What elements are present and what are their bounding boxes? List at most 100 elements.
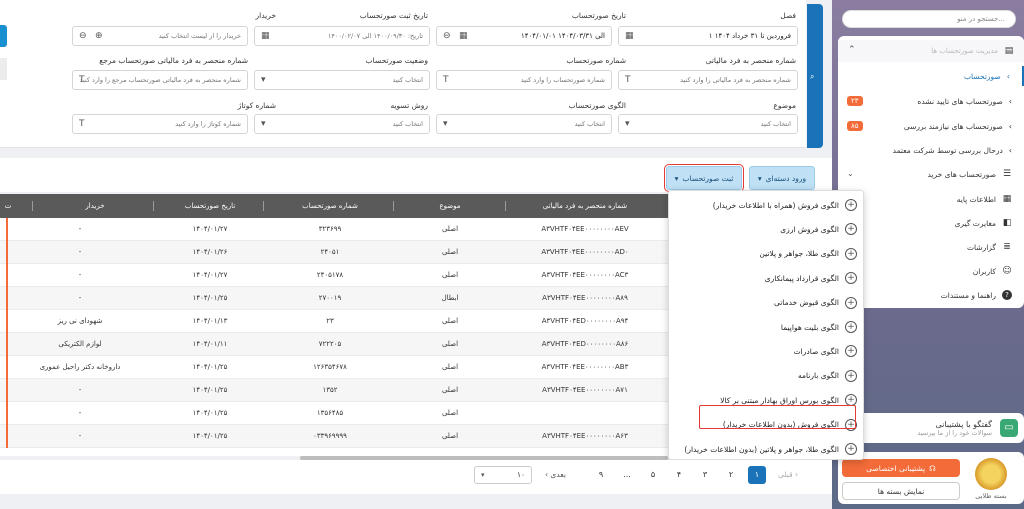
dropdown-item-pattern[interactable]: الگوی فروش ارزی + <box>669 217 865 241</box>
cell-subject: اصلی <box>441 386 459 394</box>
table-row[interactable]: A۳VHTF۰۴EE۰۰۰۰۰۰۰۰AD۰ اصلی ۲۴۰۵۱ ۱۴۰۴/۰۱/۲۶… <box>0 241 668 264</box>
page-9[interactable]: ۹ <box>592 466 610 484</box>
table-row[interactable]: A۳VHTF۰۴ED۰۰۰۰۰۰۰۰A۸۶ اصلی ۷۲۲۲۰۵ ۱۴۰۴/۰۱/۱… <box>0 333 668 356</box>
row-status-marker <box>6 402 8 425</box>
page-2[interactable]: ۲ <box>722 466 740 484</box>
remove-icon[interactable]: ⊖ <box>443 30 451 42</box>
invoice-date-value: ۱۴۰۴/۰۱/۰۱ الی ۱۴۰۴/۰۳/۳۱ <box>521 32 605 40</box>
page-5[interactable]: ۵ <box>644 466 662 484</box>
chevron-up-icon[interactable]: ⌃ <box>848 45 856 55</box>
sidebar-item-reconciliation[interactable]: مغایرت گیری ◧ <box>838 213 1024 233</box>
sidebar-item-label: صورتحساب <box>963 71 1001 81</box>
next-page-button[interactable]: ‹ بعدی <box>545 466 566 484</box>
buyer-select[interactable]: ⊖ ⊕ خریدار را از لیست انتخاب کنید <box>72 26 248 46</box>
table-row[interactable]: A۳VHTF۰۴EE۰۰۰۰۰۰۰۰AB۳ اصلی ۱۲۶۳۵۴۶۷۸ ۱۴۰۴/۰… <box>0 356 668 379</box>
page-1[interactable]: ۱ <box>748 466 766 484</box>
dropdown-item-pattern[interactable]: الگوی طلا، جواهر و پلاتین (بدون اطلاعات … <box>669 437 865 461</box>
dropdown-item-pattern[interactable]: الگوی طلا، جواهر و پلاتین + <box>669 242 865 266</box>
invoice-date-label: تاریخ صورتحساب <box>571 11 626 20</box>
sidebar-item-users[interactable]: کاربران ☺ <box>838 261 1024 281</box>
cell-date: ۱۴۰۴/۰۱/۲۵ <box>192 432 228 440</box>
sidebar-item-trusted-review[interactable]: درحال بررسی توسط شرکت معتمد ‹ <box>838 140 1024 160</box>
invoice-number-input[interactable]: T شماره صورتحساب را وارد کنید <box>436 70 612 90</box>
caret-down-icon: ▾ <box>674 173 679 183</box>
sidebar-group-invoices[interactable]: مدیریت صورتحساب ها ▤ <box>838 40 1024 62</box>
dropdown-item-label: الگوی قرارداد پیمانکاری <box>764 273 839 283</box>
header-tax-number[interactable]: شماره منحصر به فرد مالیاتی <box>510 194 660 218</box>
calendar-icon: ▦ <box>625 31 634 41</box>
table-row[interactable]: A۳VHTF۰۴EE۰۰۰۰۰۰۰۰A۶۳ اصلی ۰۳۳۹۶۹۹۹۹ ۱۴۰۴/۰… <box>0 425 668 448</box>
sidebar-item-help[interactable]: راهنما و مستندات ? <box>838 285 1024 305</box>
tax-number-input[interactable]: T شماره منحصر به فرد مالیاتی را وارد کنی… <box>618 70 798 90</box>
sidebar-item-purchase-invoices[interactable]: صورتحساب های خرید ☰ <box>838 164 1024 184</box>
row-status-marker <box>6 241 8 264</box>
season-select[interactable]: ▦ ۱ فروردین تا ۳۱ خرداد ۱۴۰۴ <box>618 26 798 46</box>
cell-invoice-number: ۷۲۲۲۰۵ <box>318 340 342 348</box>
header-date[interactable]: تاریخ صورتحساب <box>160 194 260 218</box>
sidebar-item-basic-info[interactable]: اطلاعات پایه ▦ <box>838 189 1024 209</box>
clear-button-edge[interactable] <box>0 58 7 80</box>
header-subject[interactable]: موضوع <box>400 194 500 218</box>
subject-select[interactable]: ▾ انتخاب کنید <box>618 114 798 134</box>
status-select[interactable]: ▾ انتخاب کنید <box>254 70 430 90</box>
cell-tax-number: A۳VHTF۰۴EE۰۰۰۰۰۰۰۰A۶۳ <box>542 432 628 440</box>
table-row[interactable]: اصلی ۱۳۵۶۴۸۵ ۱۴۰۴/۰۱/۲۵ - <box>0 402 668 425</box>
register-invoice-button[interactable]: ▾ ثبت صورتحساب <box>664 164 744 192</box>
menu-search-input[interactable]: جستجو در منو... <box>842 10 1016 28</box>
filter-search-icon: ⌕ <box>810 72 815 81</box>
sidebar-item-label: صورتحساب های تایید نشده <box>917 96 1003 106</box>
dropdown-item-pattern[interactable]: الگوی بارنامه + <box>669 364 865 388</box>
settlement-label: روش تسویه <box>390 101 428 110</box>
show-packages-button[interactable]: نمایش بسته ها <box>842 482 960 500</box>
cell-tax-number: A۳VHTF۰۴ED۰۰۰۰۰۰۰۰A۹۴ <box>541 317 629 325</box>
cell-subject: اصلی <box>441 248 459 256</box>
group-import-button[interactable]: ▾ ورود دسته‌ای <box>749 166 815 190</box>
buyer-placeholder: خریدار را از لیست انتخاب کنید <box>158 32 241 40</box>
register-date-range[interactable]: ▦ تاریخ: ۱۴۰۰/۰۹/۳۰ الی ۱۴۰۰/۰۲/۰۷ <box>254 26 430 46</box>
header-invoice-number[interactable]: شماره صورتحساب <box>270 194 390 218</box>
table-row[interactable]: A۳VHTF۰۴EE۰۰۰۰۰۰۰۰AEV اصلی ۳۲۳۶۹۹ ۱۴۰۴/۰۱/۲… <box>0 218 668 241</box>
list-icon: ☰ <box>1002 169 1012 179</box>
cell-buyer: لوازم الکتریکی <box>58 340 102 348</box>
search-button-edge[interactable] <box>0 25 7 47</box>
invoice-date-range[interactable]: ⊖ ▦ ۱۴۰۴/۰۱/۰۱ الی ۱۴۰۴/۰۳/۳۱ <box>436 26 612 46</box>
page-size-select[interactable]: ▾ ۱۰ <box>474 466 532 484</box>
dropdown-item-pattern[interactable]: الگوی صادرات + <box>669 339 865 363</box>
add-icon[interactable]: ⊕ <box>95 30 103 42</box>
customs-input[interactable]: T شماره کوتاژ را وارد کنید <box>72 114 248 134</box>
dropdown-item-pattern[interactable]: الگوی فروش (همراه با اطلاعات خریدار) + <box>669 193 865 217</box>
table-row[interactable]: A۳VHTF۰۴EE۰۰۰۰۰۰۰۰AC۳ اصلی ۲۴۰۵۱۷۸ ۱۴۰۴/۰۱/… <box>0 264 668 287</box>
row-status-marker <box>6 356 8 379</box>
sidebar-item-unapproved[interactable]: صورتحساب های تایید نشده ‹ <box>838 91 1024 111</box>
table-row[interactable]: A۳VHTF۰۴ED۰۰۰۰۰۰۰۰A۹۴ اصلی ۲۳ ۱۴۰۴/۰۱/۱۳ شهو… <box>0 310 668 333</box>
sidebar-item-reports[interactable]: گزارشات ≣ <box>838 237 1024 257</box>
support-chat[interactable]: گفتگو با پشتیبانی سوالات خود را از ما بپ… <box>838 413 1024 443</box>
chevron-down-icon[interactable]: ⌄ <box>847 169 854 178</box>
sidebar-item-invoice[interactable]: صورتحساب ‹ <box>838 66 1024 86</box>
dropdown-item-pattern[interactable]: الگوی قبوض خدماتی + <box>669 291 865 315</box>
cell-buyer: شهودای نی ریز <box>57 317 103 325</box>
cell-subject: اصلی <box>441 363 459 371</box>
remove-icon[interactable]: ⊖ <box>79 30 87 42</box>
table-row[interactable]: A۳VHTF۰۴EE۰۰۰۰۰۰۰۰A۷۱ اصلی ۱۳۵۲ ۱۴۰۴/۰۱/۲۵ - <box>0 379 668 402</box>
cell-buyer: - <box>78 225 82 233</box>
dropdown-item-pattern[interactable]: الگوی قرارداد پیمانکاری + <box>669 266 865 290</box>
settlement-select[interactable]: ▾ انتخاب کنید <box>254 114 430 134</box>
filter-toggle-tab[interactable]: ⌕ <box>807 4 823 148</box>
dropdown-item-pattern[interactable]: الگوی بلیت هواپیما + <box>669 315 865 339</box>
register-date-label: تاریخ ثبت صورتحساب <box>359 11 428 20</box>
page-3[interactable]: ۳ <box>696 466 714 484</box>
sidebar-item-needs-review[interactable]: صورتحساب های نیازمند بررسی ‹ <box>838 116 1024 136</box>
header-buyer[interactable]: خریدار <box>40 194 150 218</box>
table-row[interactable]: A۳VHTF۰۴EE۰۰۰۰۰۰۰۰A۸۹ ابطال ۲۷۰۰۱۹ ۱۴۰۴/۰۱/… <box>0 287 668 310</box>
header-first-col[interactable]: ت <box>0 194 16 218</box>
dedicated-support-button[interactable]: پشتیبانی اختصاصی ☊ <box>842 459 960 477</box>
help-icon: ? <box>1002 290 1012 300</box>
document-icon: ▤ <box>1004 46 1014 56</box>
prev-page-button[interactable]: قبلی › <box>778 466 798 484</box>
page-4[interactable]: ۴ <box>670 466 688 484</box>
grid-icon: ▦ <box>1002 194 1012 204</box>
cell-tax-number: A۳VHTF۰۴EE۰۰۰۰۰۰۰۰AEV <box>541 225 629 233</box>
ref-tax-number-input[interactable]: T شماره منحصر به فرد مالیاتی صورتحساب مر… <box>72 70 248 90</box>
pattern-select[interactable]: ▾ انتخاب کنید <box>436 114 612 134</box>
